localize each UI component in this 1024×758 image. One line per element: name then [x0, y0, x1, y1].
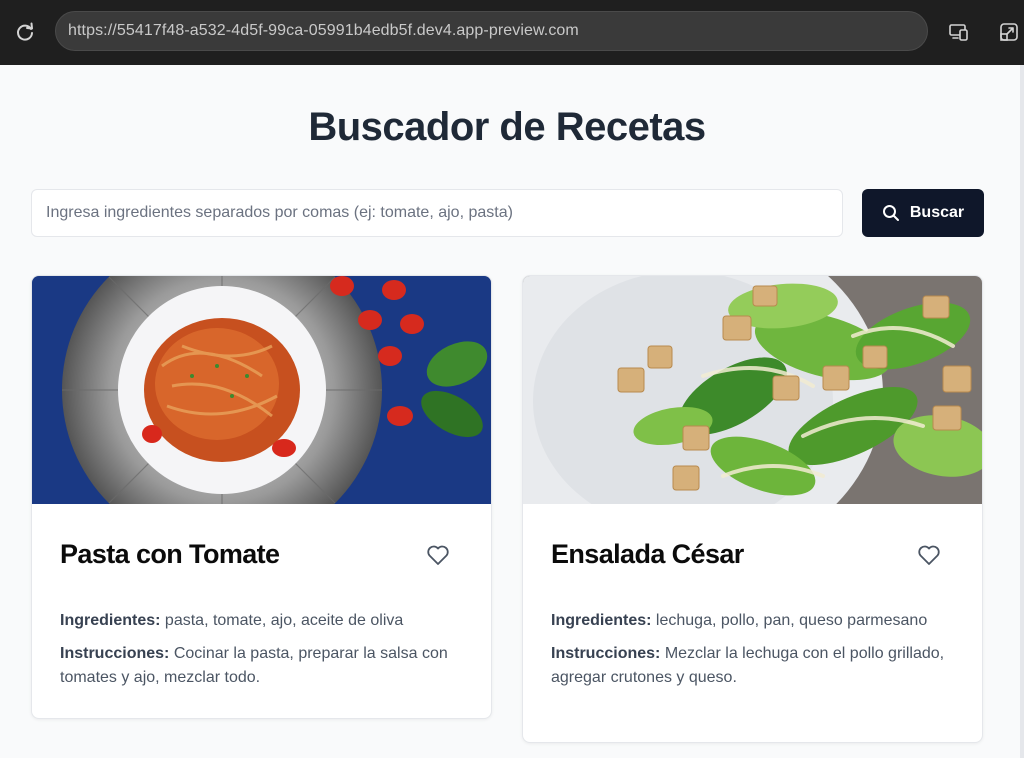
ingredients-search-input[interactable] — [31, 189, 843, 237]
open-external-icon[interactable] — [996, 19, 1022, 45]
recipe-card: Pasta con Tomate Ingredientes: pasta, to… — [31, 275, 492, 719]
ingredients-label: Ingredientes: — [60, 612, 161, 629]
pasta-photo — [32, 276, 491, 504]
search-button-label: Buscar — [909, 204, 965, 221]
recipe-ingredients: Ingredientes: pasta, tomate, ajo, aceite… — [60, 609, 465, 633]
recipe-title: Pasta con Tomate — [60, 539, 280, 569]
recipe-instructions: Instrucciones: Cocinar la pasta, prepara… — [60, 642, 465, 690]
favorite-heart-icon[interactable] — [917, 544, 943, 568]
page-scrollbar[interactable] — [1020, 65, 1024, 758]
search-button[interactable]: Buscar — [862, 189, 984, 237]
recipe-title: Ensalada César — [551, 539, 744, 569]
recipe-ingredients: Ingredientes: lechuga, pollo, pan, queso… — [551, 609, 956, 633]
salad-photo — [523, 276, 982, 504]
instructions-label: Instrucciones: — [60, 645, 170, 662]
recipe-instructions: Instrucciones: Mezclar la lechuga con el… — [551, 642, 956, 690]
ingredients-label: Ingredientes: — [551, 612, 652, 629]
reload-icon[interactable] — [12, 19, 38, 45]
search-icon — [882, 205, 899, 221]
page-content: Buscador de Recetas Buscar — [0, 65, 1020, 758]
recipe-card: Ensalada César Ingredientes: lechuga, po… — [522, 275, 983, 743]
instructions-label: Instrucciones: — [551, 645, 661, 662]
page-title: Buscador de Recetas — [308, 105, 706, 149]
device-preview-icon[interactable] — [946, 19, 972, 45]
ingredients-text: pasta, tomate, ajo, aceite de oliva — [164, 612, 404, 629]
browser-toolbar: https://55417f48-a532-4d5f-99ca-05991b4e… — [0, 0, 1024, 65]
favorite-heart-icon[interactable] — [426, 544, 452, 568]
address-bar[interactable]: https://55417f48-a532-4d5f-99ca-05991b4e… — [55, 11, 928, 51]
ingredients-text: lechuga, pollo, pan, queso parmesano — [655, 612, 928, 629]
url-text: https://55417f48-a532-4d5f-99ca-05991b4e… — [68, 22, 579, 39]
